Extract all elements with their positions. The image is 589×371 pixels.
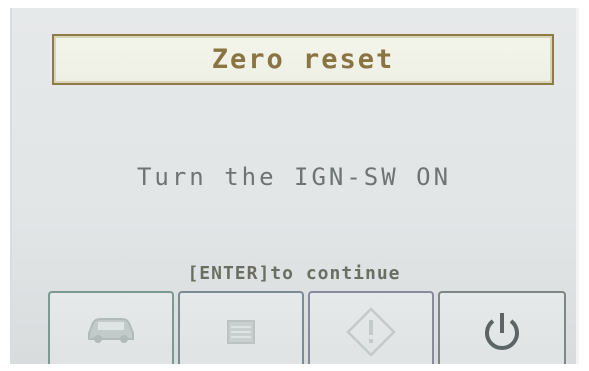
- instruction-message: Turn the IGN-SW ON: [136, 163, 452, 191]
- screen-title: Zero reset: [211, 44, 395, 75]
- lcd-screen: Zero reset Turn the IGN-SW ON [ENTER]to …: [12, 8, 576, 364]
- device-photo: Zero reset Turn the IGN-SW ON [ENTER]to …: [0, 0, 589, 371]
- car-icon: [88, 318, 134, 343]
- continue-hint: [ENTER]to continue: [187, 263, 401, 284]
- power-icon: [485, 313, 519, 350]
- document-icon: [227, 320, 255, 344]
- display-bezel: Zero reset Turn the IGN-SW ON [ENTER]to …: [10, 8, 579, 364]
- warning-diamond-icon: [346, 307, 396, 357]
- softkey-vehicle[interactable]: [48, 291, 174, 364]
- title-bar: Zero reset: [52, 34, 554, 85]
- softkey-warning[interactable]: [308, 291, 434, 364]
- softkey-data[interactable]: [178, 291, 304, 364]
- softkey-power[interactable]: [438, 291, 566, 364]
- softkey-bar: [48, 291, 568, 364]
